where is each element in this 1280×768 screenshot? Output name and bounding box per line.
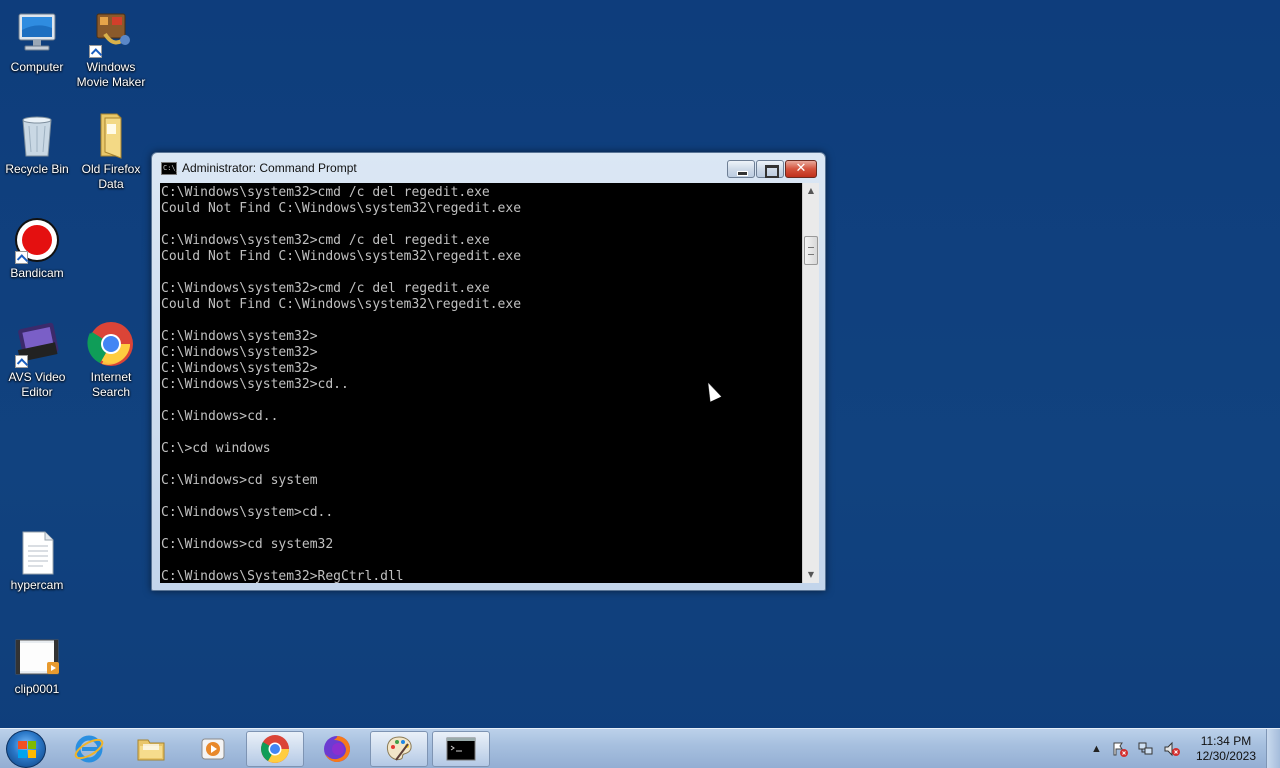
text-file-icon — [13, 528, 61, 576]
desktop-icon-hypercam[interactable]: hypercam — [0, 528, 74, 593]
taskbar-item-media-player[interactable] — [184, 731, 242, 767]
taskbar-item-firefox[interactable] — [308, 731, 366, 767]
desktop-icon-label: Data — [98, 177, 124, 191]
system-tray: ▲ 11:34 PM 12/30/2023 — [1091, 729, 1256, 768]
folder-icon — [136, 734, 166, 764]
desktop-icon-label: Windows — [86, 60, 136, 74]
desktop-icon-computer[interactable]: Computer — [0, 10, 74, 75]
scroll-thumb[interactable] — [804, 236, 818, 265]
chrome-icon — [87, 320, 135, 368]
console-line: C:\Windows\System32>RegCtrl.dll — [161, 569, 404, 583]
desktop-icon-label: Computer — [10, 60, 64, 74]
taskbar-item-command-prompt[interactable] — [432, 731, 490, 767]
console-line: C:\>cd windows — [161, 441, 271, 456]
show-desktop-button[interactable] — [1266, 729, 1280, 768]
window-title: Administrator: Command Prompt — [182, 161, 357, 175]
taskbar-item-file-explorer[interactable] — [122, 731, 180, 767]
chrome-icon — [260, 734, 290, 764]
desktop-icon-avs-video-editor[interactable]: AVS Video Editor — [0, 320, 74, 400]
desktop-icon-label: Internet — [90, 370, 132, 384]
close-button[interactable]: ✕ — [785, 160, 817, 178]
internet-explorer-icon — [74, 734, 104, 764]
desktop-icon-label: Movie Maker — [76, 75, 146, 89]
firefox-icon — [322, 734, 352, 764]
movie-maker-icon — [87, 10, 135, 58]
command-prompt-window[interactable]: C:\_ Administrator: Command Prompt ✕ C:\… — [151, 152, 826, 591]
console-line: C:\Windows\system32> — [161, 345, 318, 360]
desktop-icon-movie-maker[interactable]: Windows Movie Maker — [74, 10, 148, 90]
desktop-icon-label: Search — [91, 385, 131, 399]
network-icon[interactable] — [1138, 741, 1154, 757]
desktop-icon-label: Recycle Bin — [5, 162, 69, 176]
desktop-icon-recycle-bin[interactable]: Recycle Bin — [0, 112, 74, 177]
show-hidden-icons-button[interactable]: ▲ — [1091, 743, 1102, 755]
desktop-icon-label: Editor — [21, 385, 53, 399]
desktop-icon-label: clip0001 — [14, 682, 60, 696]
console-line: Could Not Find C:\Windows\system32\reged… — [161, 249, 522, 264]
shortcut-arrow-icon — [15, 355, 28, 368]
taskbar-clock[interactable]: 11:34 PM 12/30/2023 — [1196, 734, 1256, 764]
paint-palette-icon — [384, 734, 414, 764]
shortcut-arrow-icon — [89, 45, 102, 58]
desktop-icon-internet-search[interactable]: Internet Search — [74, 320, 148, 400]
folder-icon — [87, 112, 135, 160]
scroll-up-arrow-icon[interactable]: ▲ — [803, 183, 819, 199]
maximize-button[interactable] — [756, 160, 784, 178]
bandicam-icon — [13, 216, 61, 264]
taskbar-item-paint[interactable] — [370, 731, 428, 767]
desktop-icon-old-firefox-data[interactable]: Old Firefox Data — [74, 112, 148, 192]
vertical-scrollbar[interactable]: ▲ ▼ — [802, 183, 819, 583]
console-line: Could Not Find C:\Windows\system32\reged… — [161, 201, 522, 216]
desktop-icon-label: Bandicam — [10, 266, 64, 280]
console-line: C:\Windows\system32>cmd /c del regedit.e… — [161, 281, 490, 296]
desktop-icon-label: hypercam — [10, 578, 64, 592]
cmd-title-icon: C:\_ — [161, 161, 180, 175]
console-line: Could Not Find C:\Windows\system32\reged… — [161, 297, 522, 312]
console-line: C:\Windows\system32> — [161, 329, 318, 344]
taskbar-item-chrome[interactable] — [246, 731, 304, 767]
desktop-icon-label: Old Firefox — [81, 162, 141, 176]
windows-logo-icon — [18, 741, 36, 758]
shortcut-arrow-icon — [15, 251, 28, 264]
recycle-bin-icon — [13, 112, 61, 160]
start-button[interactable] — [6, 730, 46, 768]
console-line: C:\Windows>cd system — [161, 473, 318, 488]
taskbar-item-internet-explorer[interactable] — [60, 731, 118, 767]
command-prompt-icon — [446, 734, 476, 764]
minimize-button[interactable] — [727, 160, 755, 178]
computer-icon — [13, 10, 61, 58]
scroll-down-arrow-icon[interactable]: ▼ — [803, 567, 819, 583]
desktop-icon-bandicam[interactable]: Bandicam — [0, 216, 74, 281]
window-titlebar[interactable]: C:\_ Administrator: Command Prompt ✕ — [152, 153, 825, 183]
video-file-icon — [13, 632, 61, 680]
avs-video-editor-icon — [13, 320, 61, 368]
desktop-icon-label: AVS Video — [8, 370, 66, 384]
clock-date: 12/30/2023 — [1195, 749, 1256, 763]
action-center-icon[interactable] — [1112, 741, 1128, 757]
media-player-icon — [198, 734, 228, 764]
console-line: C:\Windows\system32>cmd /c del regedit.e… — [161, 185, 490, 200]
console-line: C:\Windows\system32> — [161, 361, 318, 376]
volume-muted-icon[interactable] — [1164, 741, 1180, 757]
console-line: C:\Windows>cd system32 — [161, 537, 334, 552]
taskbar: ▲ 11:34 PM 12/30/2023 — [0, 728, 1280, 768]
clock-time: 11:34 PM — [1200, 734, 1252, 748]
console-line: C:\Windows\system32>cmd /c del regedit.e… — [161, 233, 490, 248]
desktop-icon-clip0001[interactable]: clip0001 — [0, 632, 74, 697]
console-line: C:\Windows\system>cd.. — [161, 505, 334, 520]
console-line: C:\Windows>cd.. — [161, 409, 279, 424]
